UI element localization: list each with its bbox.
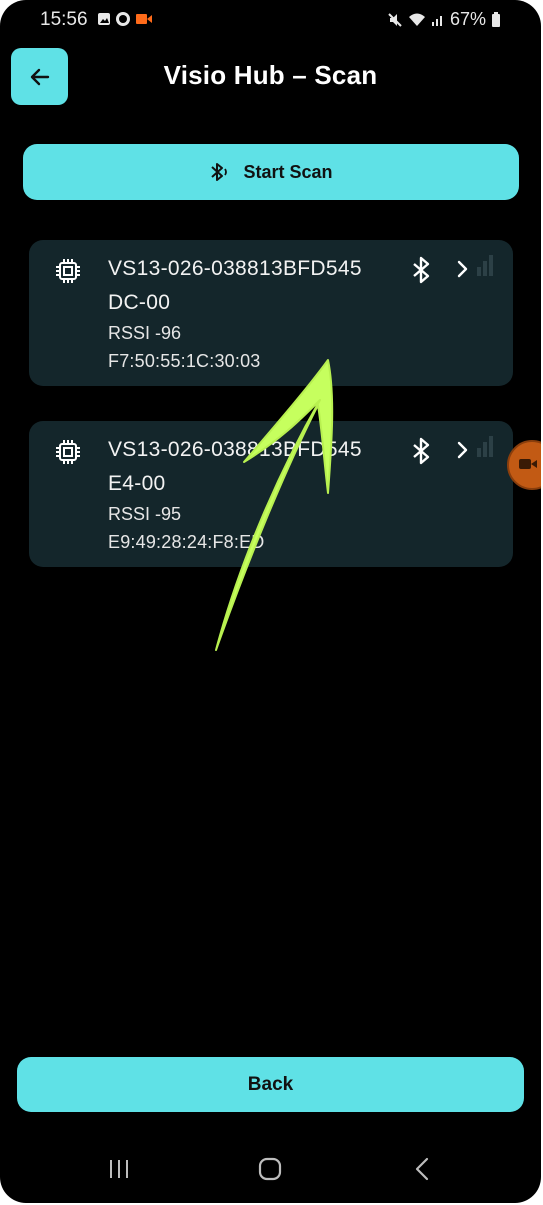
device-suffix: DC-00 (108, 291, 171, 314)
start-scan-label: Start Scan (243, 161, 333, 182)
notification-icons (97, 11, 153, 27)
chip-icon (56, 259, 80, 283)
signal-strength-icon (477, 255, 493, 276)
start-scan-button[interactable]: Start Scan (23, 144, 519, 200)
device-card[interactable]: VS13-026-038813BFD545 E4-00 RSSI -95 E9:… (29, 421, 513, 567)
wifi-icon (408, 13, 425, 26)
cell-signal-icon (431, 15, 442, 26)
signal-strength-icon (477, 436, 493, 457)
mute-icon (388, 12, 402, 27)
system-icons: 67% (387, 9, 501, 30)
recent-apps-icon[interactable] (107, 1158, 131, 1180)
gallery-icon (98, 13, 110, 25)
bluetooth-icon (413, 256, 430, 284)
device-rssi: RSSI -96 (108, 323, 182, 343)
device-card[interactable]: VS13-026-038813BFD545 DC-00 RSSI -96 F7:… (29, 240, 513, 386)
device-name: VS13-026-038813BFD545 (108, 438, 362, 461)
whatsapp-icon (116, 12, 130, 26)
status-bar: 15:56 67% (0, 0, 541, 40)
home-icon[interactable] (258, 1157, 282, 1181)
system-navigation-bar (0, 1140, 541, 1200)
bluetooth-icon (413, 437, 430, 465)
device-mac: F7:50:55:1C:30:03 (108, 351, 261, 371)
back-button-label: Back (247, 1073, 294, 1095)
screen-record-icon (136, 14, 152, 24)
phone-screen: 15:56 67% Visio Hub – Scan Start Scan VS… (0, 0, 541, 1203)
back-button[interactable]: Back (17, 1057, 524, 1112)
chevron-right-icon (457, 260, 468, 278)
video-camera-icon (519, 459, 537, 469)
back-icon[interactable] (414, 1157, 430, 1181)
device-rssi: RSSI -95 (108, 504, 182, 524)
page-title: Visio Hub – Scan (163, 60, 378, 90)
battery-percent: 67% (449, 9, 486, 29)
battery-icon (492, 11, 500, 27)
status-time: 15:56 (40, 9, 88, 30)
device-suffix: E4-00 (108, 472, 166, 495)
bluetooth-searching-icon (211, 163, 228, 181)
device-mac: E9:49:28:24:F8:ED (108, 532, 265, 552)
chevron-right-icon (457, 441, 468, 459)
chip-icon (56, 440, 80, 464)
device-name: VS13-026-038813BFD545 (108, 257, 362, 280)
